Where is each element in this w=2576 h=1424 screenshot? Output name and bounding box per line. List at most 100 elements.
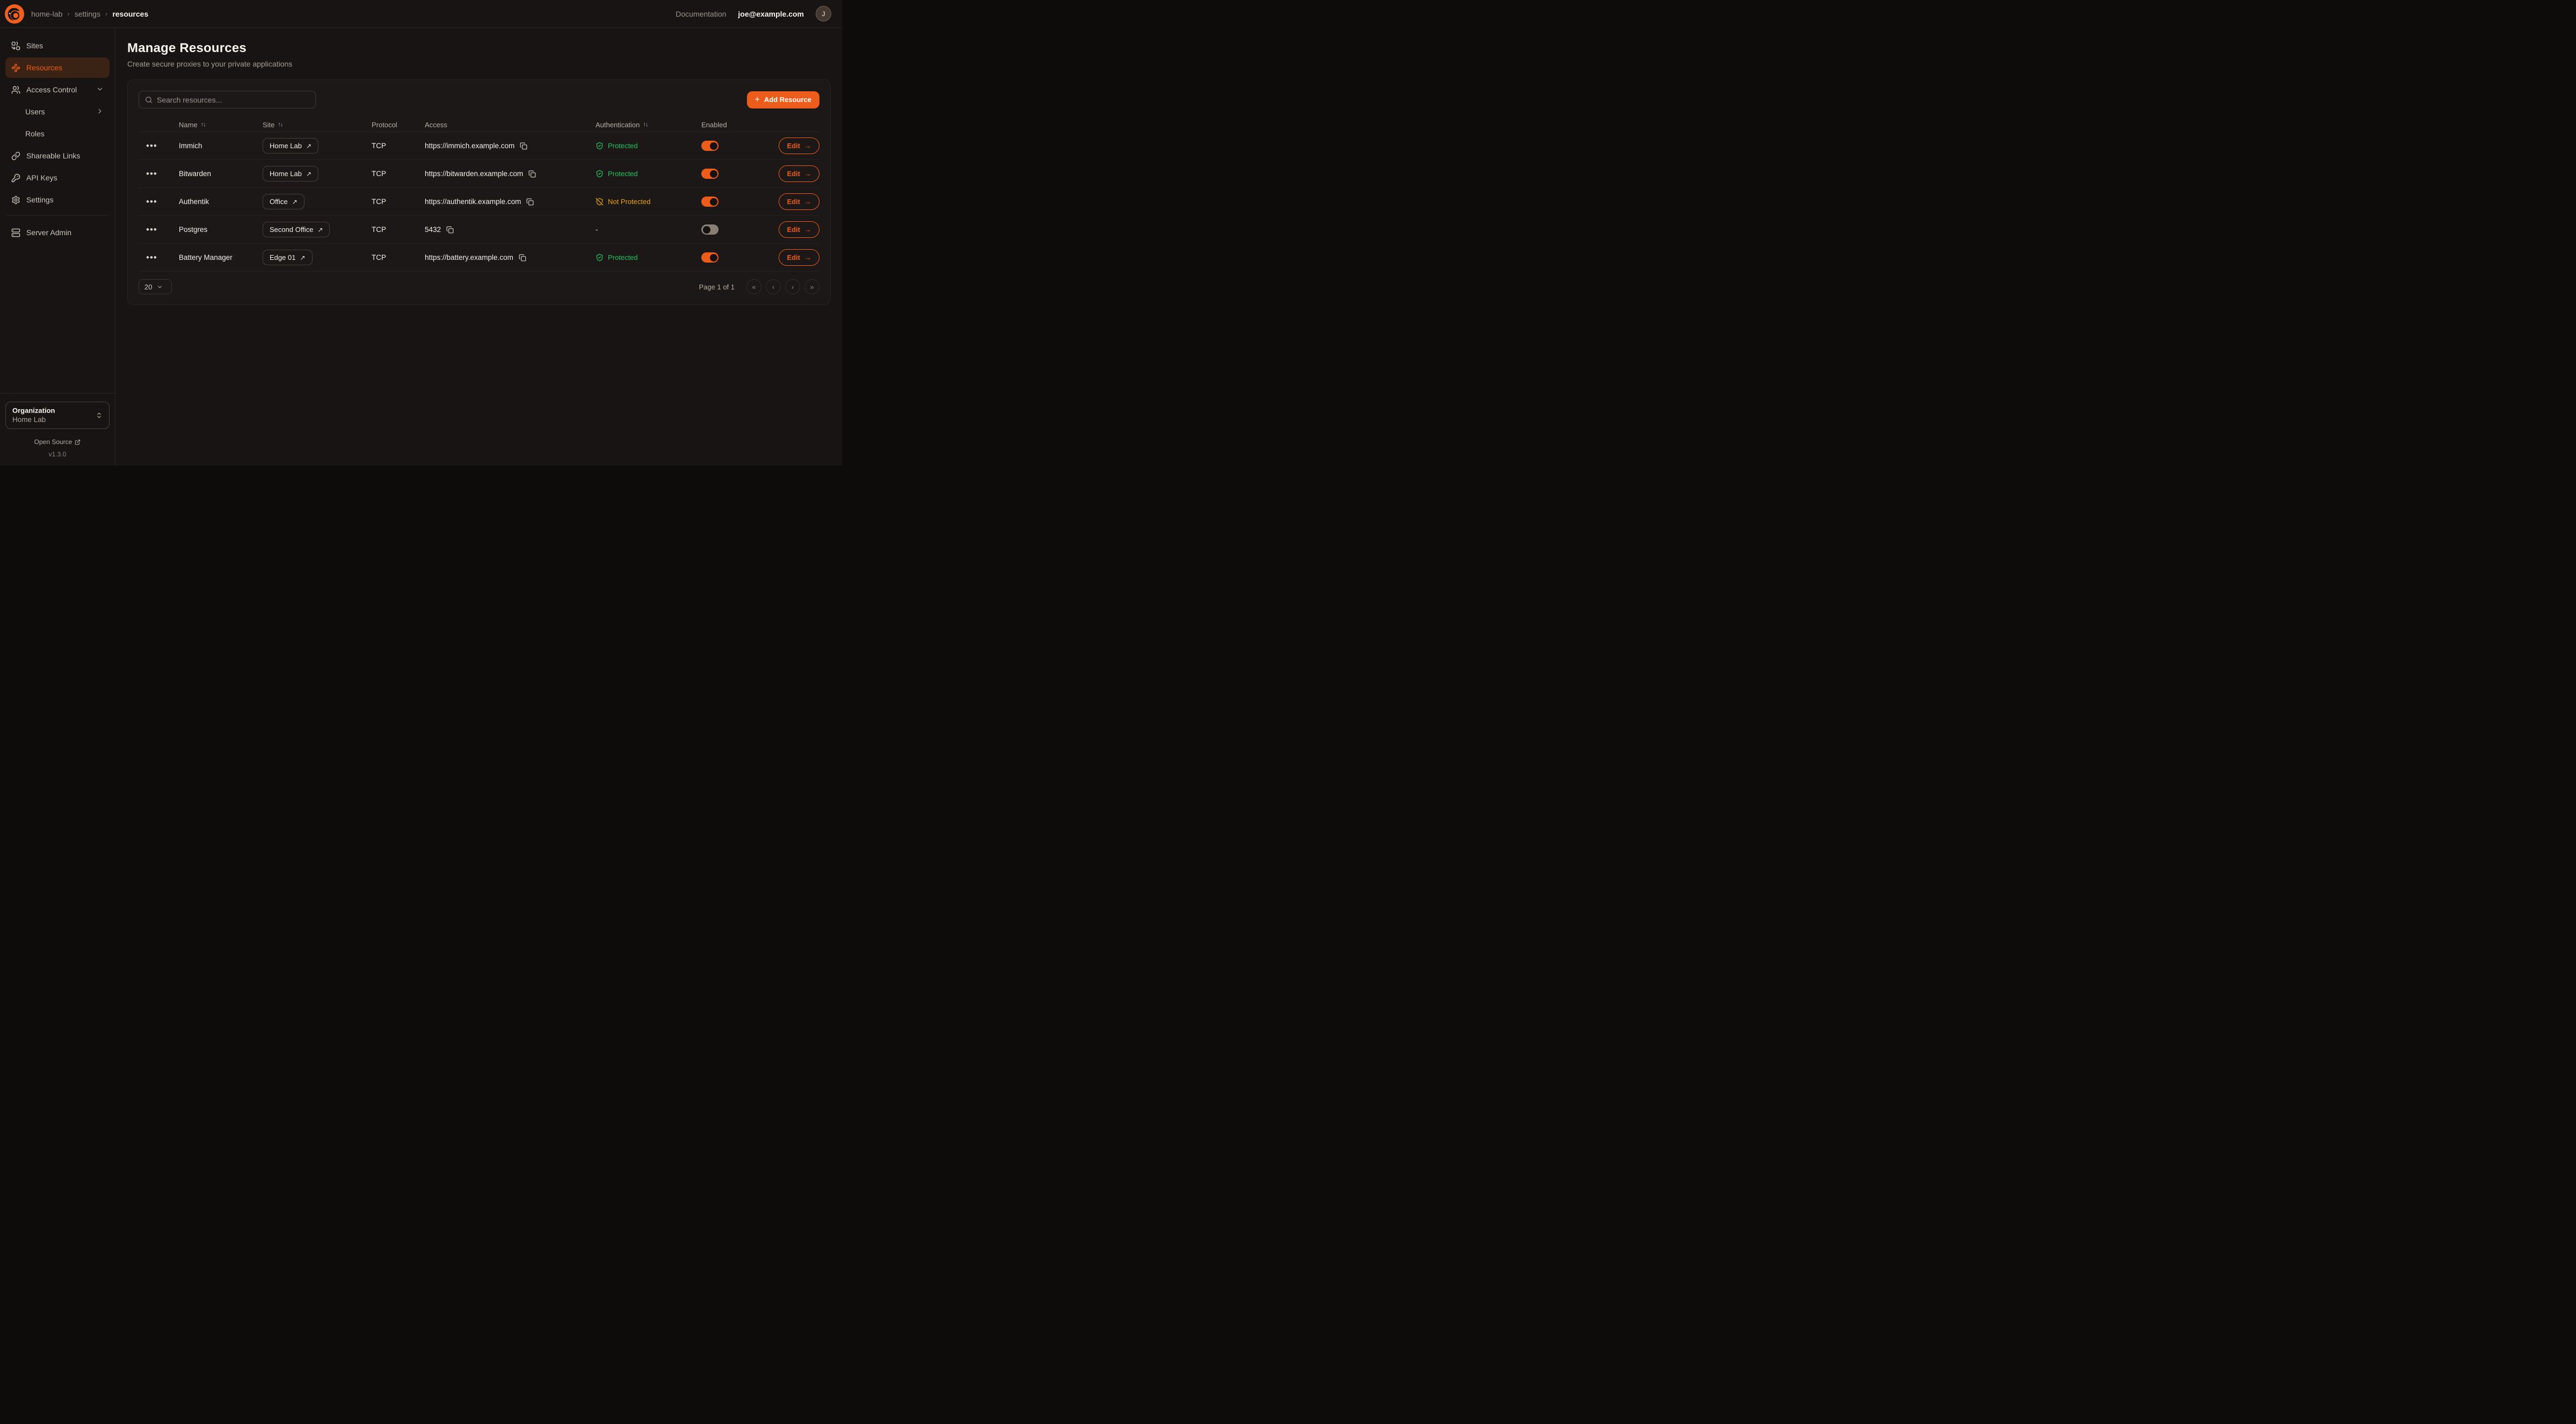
resources-table: Name↑↓ Site↑↓ Protocol Access Authentica…: [139, 118, 819, 272]
copy-icon[interactable]: [520, 142, 527, 150]
copy-icon[interactable]: [519, 254, 526, 261]
sidebar-item-access-control[interactable]: Access Control: [5, 79, 110, 100]
sidebar-item-sites[interactable]: Sites: [5, 35, 110, 56]
table-row: ••• Authentik Office↗ TCP https://authen…: [139, 188, 819, 216]
auth-badge-not-protected: Not Protected: [596, 198, 651, 206]
page-size-select[interactable]: 20: [139, 279, 172, 294]
organization-selector[interactable]: Organization Home Lab: [5, 402, 110, 429]
resource-name: Postgres: [179, 226, 263, 234]
sidebar-item-label: Access Control: [26, 85, 77, 94]
page-title: Manage Resources: [127, 41, 831, 56]
resource-name: Authentik: [179, 198, 263, 206]
enabled-toggle[interactable]: [701, 169, 719, 179]
sort-icon[interactable]: ↑↓: [643, 121, 648, 128]
search-input[interactable]: [157, 96, 309, 104]
sidebar-item-shareable-links[interactable]: Shareable Links: [5, 146, 110, 166]
protocol-value: TCP: [372, 142, 425, 150]
access-url: https://immich.example.com: [425, 142, 514, 150]
enabled-toggle[interactable]: [701, 197, 719, 207]
enabled-toggle[interactable]: [701, 252, 719, 263]
resources-card: + Add Resource Name↑↓ Site↑↓ Protocol Ac…: [127, 79, 831, 305]
resource-name: Battery Manager: [179, 253, 263, 261]
enabled-toggle[interactable]: [701, 224, 719, 235]
sidebar-item-label: Roles: [25, 129, 45, 138]
user-email[interactable]: joe@example.com: [738, 10, 804, 18]
protocol-value: TCP: [372, 198, 425, 206]
site-link[interactable]: Home Lab↗: [263, 166, 318, 181]
sidebar-item-roles[interactable]: Roles: [5, 123, 110, 144]
row-actions-button[interactable]: •••: [139, 253, 157, 262]
page-status: Page 1 of 1: [699, 283, 735, 291]
next-page-button[interactable]: ›: [785, 279, 800, 294]
first-page-button[interactable]: «: [746, 279, 761, 294]
search-icon: [145, 96, 153, 104]
open-source-link[interactable]: Open Source: [5, 438, 110, 446]
sidebar-item-label: Shareable Links: [26, 151, 80, 160]
sort-icon[interactable]: ↑↓: [201, 121, 206, 128]
external-link-icon: [75, 439, 81, 445]
resources-icon: [11, 63, 20, 72]
column-site: Site: [263, 121, 274, 129]
row-actions-button[interactable]: •••: [139, 141, 157, 150]
external-arrow-icon: ↗: [300, 254, 305, 261]
external-arrow-icon: ↗: [317, 226, 323, 234]
sidebar-item-label: Resources: [26, 63, 62, 72]
edit-button[interactable]: Edit→: [779, 165, 819, 182]
sidebar-item-label: Users: [25, 107, 45, 116]
avatar[interactable]: J: [816, 6, 831, 21]
table-row: ••• Postgres Second Office↗ TCP 5432 - E…: [139, 216, 819, 244]
add-resource-button[interactable]: + Add Resource: [747, 91, 819, 108]
row-actions-button[interactable]: •••: [139, 197, 157, 206]
copy-icon[interactable]: [446, 226, 454, 234]
table-header: Name↑↓ Site↑↓ Protocol Access Authentica…: [139, 118, 819, 132]
breadcrumb: home-lab › settings › resources: [31, 10, 148, 18]
sidebar-item-settings[interactable]: Settings: [5, 190, 110, 210]
sort-icon[interactable]: ↑↓: [278, 121, 282, 128]
breadcrumb-settings[interactable]: settings: [75, 10, 100, 18]
edit-button[interactable]: Edit→: [779, 193, 819, 210]
sidebar-item-api-keys[interactable]: API Keys: [5, 168, 110, 188]
table-row: ••• Immich Home Lab↗ TCP https://immich.…: [139, 132, 819, 160]
page-subtitle: Create secure proxies to your private ap…: [127, 60, 831, 68]
breadcrumb-separator: ›: [67, 10, 69, 18]
version-label: v1.3.0: [5, 451, 110, 458]
column-authentication: Authentication: [596, 121, 640, 129]
gear-icon: [11, 195, 20, 205]
sidebar-item-server-admin[interactable]: Server Admin: [5, 222, 110, 243]
link-icon: [11, 151, 20, 161]
chevron-down-icon: [96, 85, 104, 95]
chevron-right-icon: [96, 107, 104, 117]
previous-page-button[interactable]: ‹: [766, 279, 781, 294]
edit-button[interactable]: Edit→: [779, 221, 819, 238]
site-link[interactable]: Second Office↗: [263, 222, 330, 237]
site-link[interactable]: Office↗: [263, 194, 304, 209]
copy-icon[interactable]: [528, 170, 536, 178]
arrow-right-icon: →: [804, 142, 811, 150]
site-link[interactable]: Home Lab↗: [263, 138, 318, 154]
access-url: https://authentik.example.com: [425, 198, 521, 206]
enabled-toggle[interactable]: [701, 141, 719, 151]
main-content: Manage Resources Create secure proxies t…: [115, 28, 842, 466]
sidebar-footer: Organization Home Lab Open Source v1.3.0: [0, 393, 115, 466]
organization-value: Home Lab: [12, 415, 96, 425]
sidebar-item-label: Sites: [26, 41, 43, 50]
row-actions-button[interactable]: •••: [139, 225, 157, 234]
search-box: [139, 91, 316, 108]
resource-name: Immich: [179, 142, 263, 150]
column-access: Access: [425, 121, 447, 129]
pagination: Page 1 of 1 « ‹ › »: [699, 279, 820, 294]
sidebar-item-users[interactable]: Users: [5, 101, 110, 122]
copy-icon[interactable]: [526, 198, 534, 206]
documentation-link[interactable]: Documentation: [676, 10, 726, 18]
users-icon: [11, 85, 20, 95]
row-actions-button[interactable]: •••: [139, 169, 157, 178]
sidebar-item-label: Settings: [26, 195, 54, 204]
protocol-value: TCP: [372, 253, 425, 261]
edit-button[interactable]: Edit→: [779, 137, 819, 154]
auth-badge-protected: Protected: [596, 142, 638, 150]
site-link[interactable]: Edge 01↗: [263, 250, 313, 265]
edit-button[interactable]: Edit→: [779, 249, 819, 266]
sidebar-item-resources[interactable]: Resources: [5, 57, 110, 78]
last-page-button[interactable]: »: [804, 279, 819, 294]
breadcrumb-org[interactable]: home-lab: [31, 10, 62, 18]
